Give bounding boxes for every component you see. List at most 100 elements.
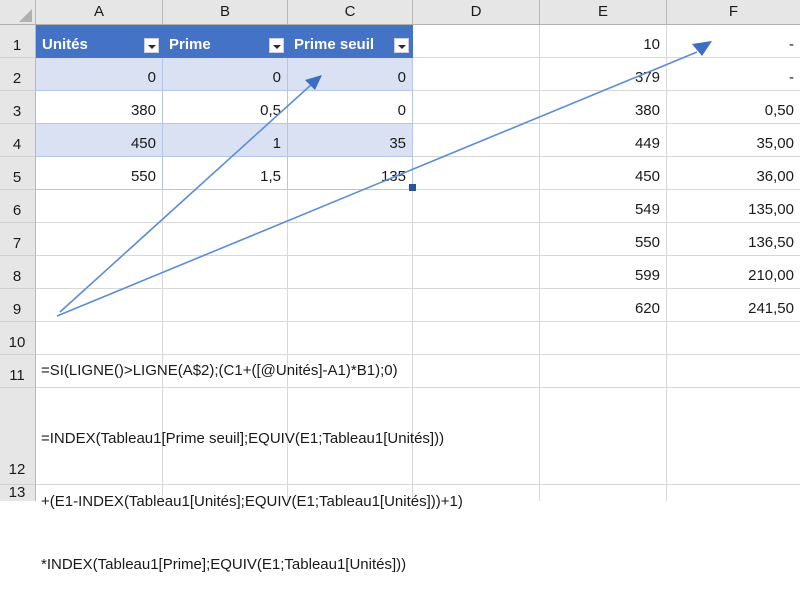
column-header-f[interactable]: F bbox=[667, 0, 800, 24]
cell-F11[interactable] bbox=[667, 355, 800, 388]
row-header-13[interactable]: 13 bbox=[0, 484, 36, 501]
cell-F9[interactable]: 241,50 bbox=[667, 289, 800, 322]
cell-F5-text: 36,00 bbox=[756, 168, 794, 185]
cell-F1[interactable]: - bbox=[667, 25, 800, 58]
cell-E5[interactable]: 450 bbox=[540, 157, 667, 190]
cell-D10[interactable] bbox=[413, 322, 540, 355]
row-header-12[interactable]: 12 bbox=[0, 388, 36, 485]
cell-C5-text: 135 bbox=[380, 168, 406, 185]
cell-E1[interactable]: 10 bbox=[540, 25, 667, 58]
cell-D6[interactable] bbox=[413, 190, 540, 223]
cell-D3[interactable] bbox=[413, 91, 540, 124]
cell-A3[interactable]: 380 bbox=[36, 91, 163, 124]
cell-F2[interactable]: - bbox=[667, 58, 800, 91]
cell-C2[interactable]: 0 bbox=[288, 58, 413, 91]
cell-D1[interactable] bbox=[413, 25, 540, 58]
cell-F13[interactable] bbox=[667, 485, 800, 501]
cell-B5[interactable]: 1,5 bbox=[163, 157, 288, 190]
cell-C7[interactable] bbox=[288, 223, 413, 256]
cell-D9[interactable] bbox=[413, 289, 540, 322]
filter-dropdown-icon-prime[interactable] bbox=[269, 38, 284, 53]
row-header-8-label: 8 bbox=[12, 268, 22, 285]
cell-E7[interactable]: 550 bbox=[540, 223, 667, 256]
cell-B9[interactable] bbox=[163, 289, 288, 322]
row-header-2[interactable]: 2 bbox=[0, 58, 36, 91]
cell-F5[interactable]: 36,00 bbox=[667, 157, 800, 190]
cell-B3[interactable]: 0,5 bbox=[163, 91, 288, 124]
cell-B2[interactable]: 0 bbox=[163, 58, 288, 91]
row-header-9[interactable]: 9 bbox=[0, 289, 36, 322]
row-header-1[interactable]: 1 bbox=[0, 25, 36, 58]
cell-E10[interactable] bbox=[540, 322, 667, 355]
cell-C1[interactable]: Prime seuil bbox=[288, 25, 413, 58]
cell-B1-text: Prime bbox=[169, 36, 211, 53]
cell-D8[interactable] bbox=[413, 256, 540, 289]
cell-F7[interactable]: 136,50 bbox=[667, 223, 800, 256]
cell-F8[interactable]: 210,00 bbox=[667, 256, 800, 289]
row-header-10[interactable]: 10 bbox=[0, 322, 36, 355]
cell-B1[interactable]: Prime bbox=[163, 25, 288, 58]
cell-E12[interactable] bbox=[540, 388, 667, 485]
row-header-1-label: 1 bbox=[12, 37, 22, 54]
row-header-4[interactable]: 4 bbox=[0, 124, 36, 157]
cell-F3[interactable]: 0,50 bbox=[667, 91, 800, 124]
cell-F12[interactable] bbox=[667, 388, 800, 485]
row-header-5[interactable]: 5 bbox=[0, 157, 36, 190]
cell-F3-text: 0,50 bbox=[764, 102, 794, 119]
column-header-e[interactable]: E bbox=[540, 0, 667, 24]
row-header-7[interactable]: 7 bbox=[0, 223, 36, 256]
cell-B4[interactable]: 1 bbox=[163, 124, 288, 157]
row-header-11[interactable]: 11 bbox=[0, 355, 36, 388]
cell-F10[interactable] bbox=[667, 322, 800, 355]
cell-C3[interactable]: 0 bbox=[288, 91, 413, 124]
cell-A9[interactable] bbox=[36, 289, 163, 322]
cell-C9[interactable] bbox=[288, 289, 413, 322]
column-header-d[interactable]: D bbox=[413, 0, 540, 24]
select-all-button[interactable] bbox=[0, 0, 36, 24]
column-header-c[interactable]: C bbox=[288, 0, 413, 24]
cell-A8[interactable] bbox=[36, 256, 163, 289]
spreadsheet-canvas: A B C D E F 1 2 3 4 5 6 7 8 9 10 11 12 1… bbox=[0, 0, 800, 573]
cell-E2[interactable]: 379 bbox=[540, 58, 667, 91]
cell-D4[interactable] bbox=[413, 124, 540, 157]
row-header-3[interactable]: 3 bbox=[0, 91, 36, 124]
cell-E1-text: 10 bbox=[643, 36, 660, 53]
cell-E6[interactable]: 549 bbox=[540, 190, 667, 223]
cell-A6[interactable] bbox=[36, 190, 163, 223]
cell-B8[interactable] bbox=[163, 256, 288, 289]
row-header-8[interactable]: 8 bbox=[0, 256, 36, 289]
cell-A5[interactable]: 550 bbox=[36, 157, 163, 190]
formula-row12-line3: *INDEX(Tableau1[Prime];EQUIV(E1;Tableau1… bbox=[41, 556, 407, 573]
column-header-b[interactable]: B bbox=[163, 0, 288, 24]
filter-dropdown-icon-prime-seuil[interactable] bbox=[394, 38, 409, 53]
cell-E3[interactable]: 380 bbox=[540, 91, 667, 124]
cell-F4[interactable]: 35,00 bbox=[667, 124, 800, 157]
cell-D11[interactable] bbox=[413, 355, 540, 388]
cell-A2[interactable]: 0 bbox=[36, 58, 163, 91]
cell-F6[interactable]: 135,00 bbox=[667, 190, 800, 223]
filter-dropdown-icon-unites[interactable] bbox=[144, 38, 159, 53]
column-header-a[interactable]: A bbox=[36, 0, 163, 24]
cell-E8[interactable]: 599 bbox=[540, 256, 667, 289]
row-header-4-label: 4 bbox=[12, 136, 22, 153]
cell-B6[interactable] bbox=[163, 190, 288, 223]
cell-E9[interactable]: 620 bbox=[540, 289, 667, 322]
cell-B7[interactable] bbox=[163, 223, 288, 256]
cell-D5[interactable] bbox=[413, 157, 540, 190]
cell-D7[interactable] bbox=[413, 223, 540, 256]
cell-A1[interactable]: Unités bbox=[36, 25, 163, 58]
cell-E4[interactable]: 449 bbox=[540, 124, 667, 157]
cell-C6[interactable] bbox=[288, 190, 413, 223]
cell-E9-text: 620 bbox=[634, 300, 660, 317]
cell-A7[interactable] bbox=[36, 223, 163, 256]
cell-C4[interactable]: 35 bbox=[288, 124, 413, 157]
cell-E3-text: 380 bbox=[634, 102, 660, 119]
cell-C5[interactable]: 135 bbox=[288, 157, 413, 190]
cell-A4[interactable]: 450 bbox=[36, 124, 163, 157]
row-header-6[interactable]: 6 bbox=[0, 190, 36, 223]
cell-D2[interactable] bbox=[413, 58, 540, 91]
selection-fill-handle[interactable] bbox=[409, 184, 416, 191]
cell-C8[interactable] bbox=[288, 256, 413, 289]
cell-E13[interactable] bbox=[540, 485, 667, 501]
cell-E11[interactable] bbox=[540, 355, 667, 388]
